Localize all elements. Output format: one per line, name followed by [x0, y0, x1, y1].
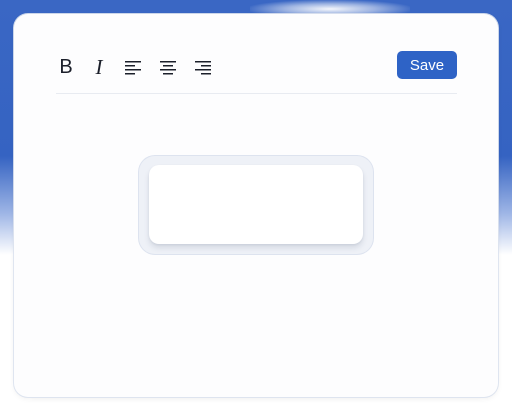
italic-icon: I	[95, 54, 103, 79]
align-left-button[interactable]	[123, 57, 143, 77]
editor-frame	[139, 156, 373, 254]
bold-button[interactable]: B	[56, 55, 76, 78]
bold-icon: B	[59, 55, 73, 78]
align-right-icon	[195, 61, 211, 75]
toolbar-divider	[56, 93, 457, 94]
save-button[interactable]: Save	[397, 51, 457, 79]
align-right-button[interactable]	[193, 57, 213, 77]
editor-card: B I Save	[14, 14, 498, 397]
align-left-icon	[125, 61, 141, 75]
italic-button[interactable]: I	[89, 54, 109, 79]
formatting-toolbar: B I Save	[56, 50, 457, 84]
align-center-button[interactable]	[158, 57, 178, 77]
text-editor-area[interactable]	[149, 165, 363, 244]
align-center-icon	[160, 61, 176, 75]
